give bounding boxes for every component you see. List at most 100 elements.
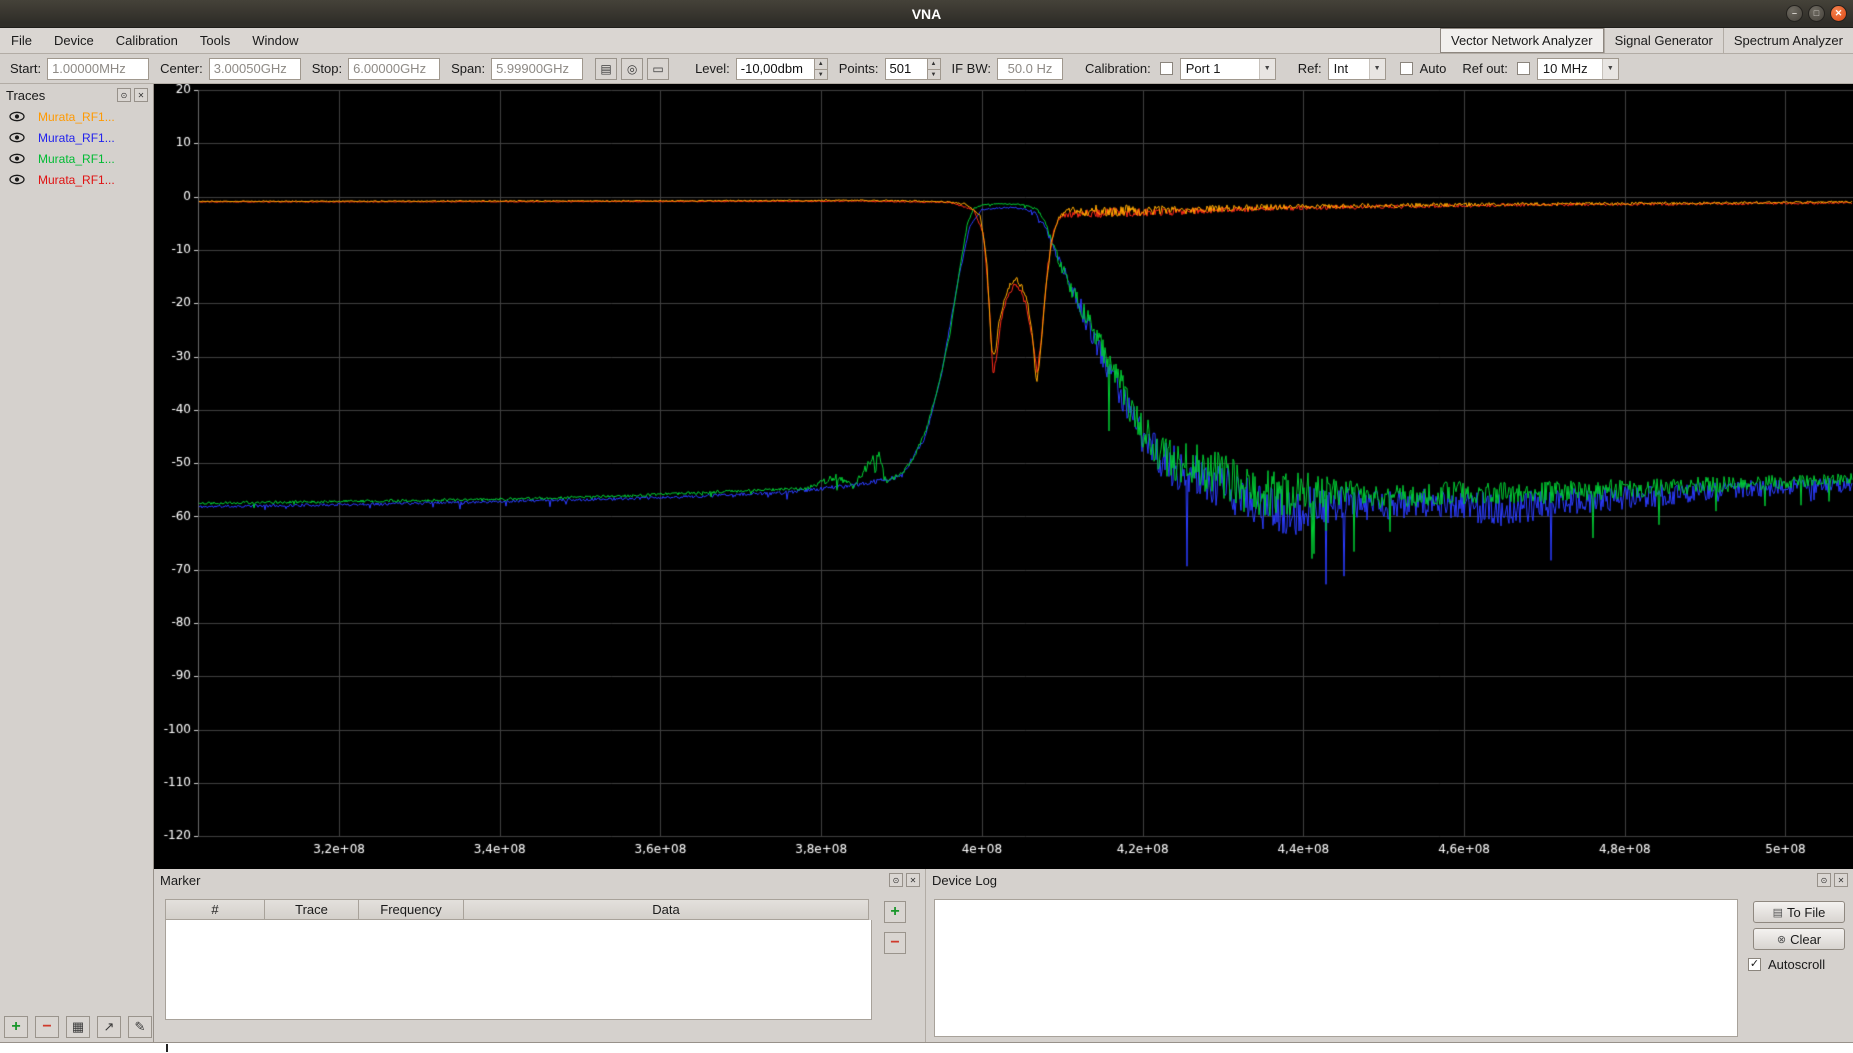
trace-list-item[interactable]: Murata_RF1... xyxy=(0,127,153,148)
remove-trace-button[interactable]: − xyxy=(35,1016,59,1038)
menu-item-device[interactable]: Device xyxy=(43,28,105,53)
span-label: Span: xyxy=(451,61,486,76)
file-icon: ▤ xyxy=(1772,906,1784,919)
device-log-output[interactable] xyxy=(934,899,1738,1037)
autoscroll-checkbox[interactable]: ✓ xyxy=(1748,958,1761,971)
refout-frequency-value: 10 MHz xyxy=(1542,61,1588,76)
menu-item-file[interactable]: File xyxy=(0,28,43,53)
single-sweep-button[interactable]: ◎ xyxy=(621,57,644,80)
remove-marker-button[interactable]: − xyxy=(884,932,906,954)
edit-trace-button[interactable]: ✎ xyxy=(128,1016,152,1038)
autoscroll-row: ✓ Autoscroll xyxy=(1745,957,1845,972)
auto-checkbox[interactable] xyxy=(1399,62,1413,75)
calibration-port-value: Port 1 xyxy=(1185,61,1221,76)
menu-item-window[interactable]: Window xyxy=(241,28,309,53)
undock-panel-icon[interactable]: ⊙ xyxy=(889,873,903,887)
add-marker-button[interactable]: + xyxy=(884,901,906,923)
trace-list-item[interactable]: Murata_RF1... xyxy=(0,148,153,169)
toolbar: Start: Center: Stop: Span: ▤ ◎ ▭ Level: … xyxy=(0,54,1853,84)
trace-label: Murata_RF1... xyxy=(38,109,115,124)
marker-table-body[interactable] xyxy=(165,920,872,1020)
window-titlebar: VNA – □ ✕ xyxy=(0,0,1853,28)
points-spin-down-button[interactable]: ▼ xyxy=(927,68,940,80)
trace-visibility-eye-icon[interactable] xyxy=(9,132,25,143)
log-clear-button[interactable]: ⊗ Clear xyxy=(1753,928,1845,950)
trace-visibility-eye-icon[interactable] xyxy=(9,111,25,122)
close-panel-icon[interactable]: ✕ xyxy=(906,873,920,887)
chart-canvas[interactable] xyxy=(154,84,1853,869)
points-input[interactable] xyxy=(884,57,927,80)
minimize-button[interactable]: – xyxy=(1786,5,1803,22)
span-frequency-input[interactable] xyxy=(491,57,584,80)
level-spin-up-button[interactable]: ▲ xyxy=(815,59,827,69)
trace-list: Murata_RF1... Murata_RF1... Murata_RF1... M… xyxy=(0,106,153,190)
calibration-checkbox[interactable] xyxy=(1159,62,1173,75)
device-log-header: Device Log ⊙ ✕ xyxy=(926,869,1853,891)
marker-column-data[interactable]: Data xyxy=(463,899,869,920)
center-frequency-input[interactable] xyxy=(208,57,301,80)
points-spin-up-button[interactable]: ▲ xyxy=(928,59,940,69)
mode-tab-2[interactable]: Spectrum Analyzer xyxy=(1722,28,1853,53)
refout-label: Ref out: xyxy=(1462,61,1508,76)
calibration-label: Calibration: xyxy=(1085,61,1151,76)
points-spinbox: ▲ ▼ xyxy=(884,57,941,80)
marker-panel-header: Marker ⊙ ✕ xyxy=(154,869,925,891)
marker-panel-title: Marker xyxy=(160,872,201,888)
trace-label: Murata_RF1... xyxy=(38,172,115,187)
ifbw-input[interactable] xyxy=(997,57,1063,80)
marker-table: # Trace Frequency Data xyxy=(165,899,872,1020)
traces-panel-title: Traces xyxy=(6,87,46,103)
segment-sweep-button[interactable]: ▤ xyxy=(595,57,618,80)
device-log-buttons: ▤ To File ⊗ Clear ✓ Autoscroll xyxy=(1745,901,1845,972)
marker-column-frequency[interactable]: Frequency xyxy=(358,899,464,920)
center-label: Center: xyxy=(160,61,203,76)
undock-panel-icon[interactable]: ⊙ xyxy=(117,88,131,102)
mode-tab-0[interactable]: Vector Network Analyzer xyxy=(1439,28,1604,53)
window-controls: – □ ✕ xyxy=(1786,5,1847,22)
trace-label: Murata_RF1... xyxy=(38,151,115,166)
add-trace-button[interactable]: + xyxy=(4,1016,28,1038)
close-panel-icon[interactable]: ✕ xyxy=(1834,873,1848,887)
level-input[interactable] xyxy=(735,57,814,80)
stop-label: Stop: xyxy=(311,61,343,76)
calibration-port-select[interactable]: Port 1 ▼ xyxy=(1179,57,1276,80)
marker-table-header: # Trace Frequency Data xyxy=(165,899,872,920)
menu-item-tools[interactable]: Tools xyxy=(189,28,241,53)
marker-add-remove-buttons: + − xyxy=(884,901,906,954)
traces-panel-header: Traces ⊙ ✕ xyxy=(0,84,153,106)
text-caret xyxy=(166,1044,168,1052)
pause-sweep-button[interactable]: ▭ xyxy=(647,57,670,80)
ref-label: Ref: xyxy=(1297,61,1322,76)
undock-panel-icon[interactable]: ⊙ xyxy=(1817,873,1831,887)
start-frequency-input[interactable] xyxy=(47,57,150,80)
menu-item-calibration[interactable]: Calibration xyxy=(105,28,189,53)
refout-frequency-select[interactable]: 10 MHz ▼ xyxy=(1536,57,1619,80)
refout-checkbox[interactable] xyxy=(1516,62,1530,75)
marker-column-num[interactable]: # xyxy=(165,899,265,920)
chevron-down-icon: ▼ xyxy=(1258,58,1275,79)
trace-settings-button[interactable]: ▦ xyxy=(66,1016,90,1038)
level-spin-down-button[interactable]: ▼ xyxy=(814,68,827,80)
ref-select[interactable]: Int ▼ xyxy=(1327,57,1386,80)
trace-list-item[interactable]: Murata_RF1... xyxy=(0,106,153,127)
auto-label: Auto xyxy=(1419,61,1447,76)
chevron-down-icon: ▼ xyxy=(1368,58,1385,79)
trace-visibility-eye-icon[interactable] xyxy=(9,153,25,164)
status-entry[interactable] xyxy=(0,1042,1853,1053)
device-log-panel: Device Log ⊙ ✕ ▤ To File ⊗ Clear ✓ Autos… xyxy=(925,869,1853,1042)
mode-tab-1[interactable]: Signal Generator xyxy=(1603,28,1723,53)
export-trace-button[interactable]: ↗ xyxy=(97,1016,121,1038)
maximize-button[interactable]: □ xyxy=(1808,5,1825,22)
autoscroll-label: Autoscroll xyxy=(1768,957,1826,972)
trace-buttons: + − ▦ ↗ ✎ xyxy=(4,1016,152,1038)
mode-tabs: Vector Network Analyzer Signal Generator S… xyxy=(1439,28,1853,53)
level-spinbox: ▲ ▼ xyxy=(735,57,828,80)
stop-frequency-input[interactable] xyxy=(348,57,441,80)
close-button[interactable]: ✕ xyxy=(1830,5,1847,22)
marker-column-trace[interactable]: Trace xyxy=(264,899,359,920)
chevron-down-icon: ▼ xyxy=(1601,58,1618,79)
trace-visibility-eye-icon[interactable] xyxy=(9,174,25,185)
trace-list-item[interactable]: Murata_RF1... xyxy=(0,169,153,190)
log-to-file-button[interactable]: ▤ To File xyxy=(1753,901,1845,923)
close-panel-icon[interactable]: ✕ xyxy=(134,88,148,102)
